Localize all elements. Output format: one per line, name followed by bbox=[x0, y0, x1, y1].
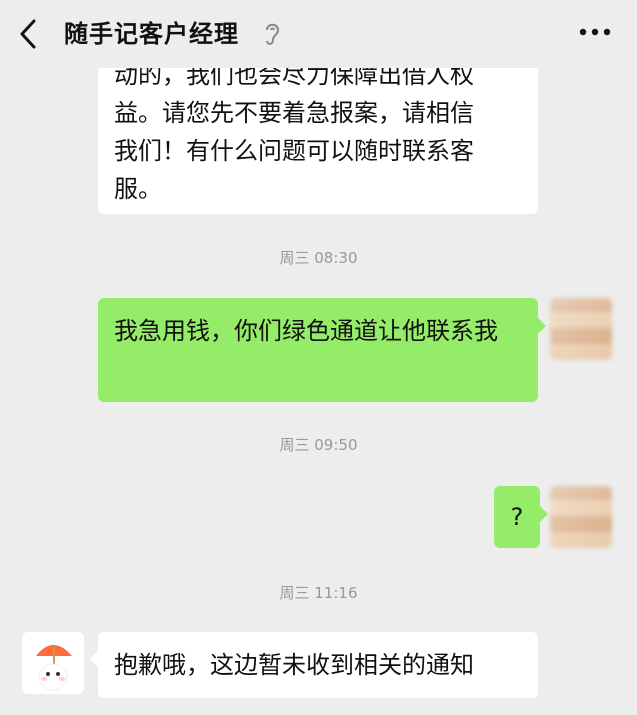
outgoing-message-2[interactable]: ? bbox=[494, 486, 540, 548]
message-line: 我们！有什么问题可以随时联系客 bbox=[114, 137, 474, 165]
timestamp: 周三 11:16 bbox=[279, 584, 358, 602]
bubble-tail bbox=[540, 506, 548, 522]
ear-icon[interactable] bbox=[262, 20, 282, 48]
message-text: 抱歉哦，这边暂未收到相关的通知 bbox=[114, 651, 474, 679]
back-icon[interactable] bbox=[14, 17, 44, 51]
chat-title: 随手记客户经理 bbox=[64, 20, 239, 48]
message-line: 益。请您先不要着急报案，请相信 bbox=[114, 99, 474, 127]
more-icon[interactable] bbox=[578, 22, 612, 42]
timestamp: 周三 09:50 bbox=[279, 436, 358, 454]
timestamp: 周三 08:30 bbox=[279, 249, 358, 267]
chat-header: 随手记客户经理 bbox=[0, 0, 637, 68]
outgoing-message-1[interactable]: 我急用钱，你们绿色通道让他联系我 bbox=[98, 298, 538, 402]
mascot-icon bbox=[36, 645, 72, 691]
user-avatar[interactable] bbox=[550, 486, 612, 548]
message-text: 我急用钱，你们绿色通道让他联系我 bbox=[114, 317, 498, 345]
incoming-message-1[interactable]: 动的，我们也会尽力保障出借人权 益。请您先不要着急报案，请相信 我们！有什么问题… bbox=[98, 48, 538, 214]
user-avatar[interactable] bbox=[550, 298, 612, 360]
message-text: ? bbox=[510, 503, 524, 531]
incoming-message-2[interactable]: 抱歉哦，这边暂未收到相关的通知 bbox=[98, 632, 538, 698]
manager-avatar[interactable] bbox=[22, 632, 84, 694]
bubble-tail bbox=[90, 651, 98, 667]
bubble-tail bbox=[538, 318, 546, 334]
message-line: 服。 bbox=[114, 175, 162, 203]
